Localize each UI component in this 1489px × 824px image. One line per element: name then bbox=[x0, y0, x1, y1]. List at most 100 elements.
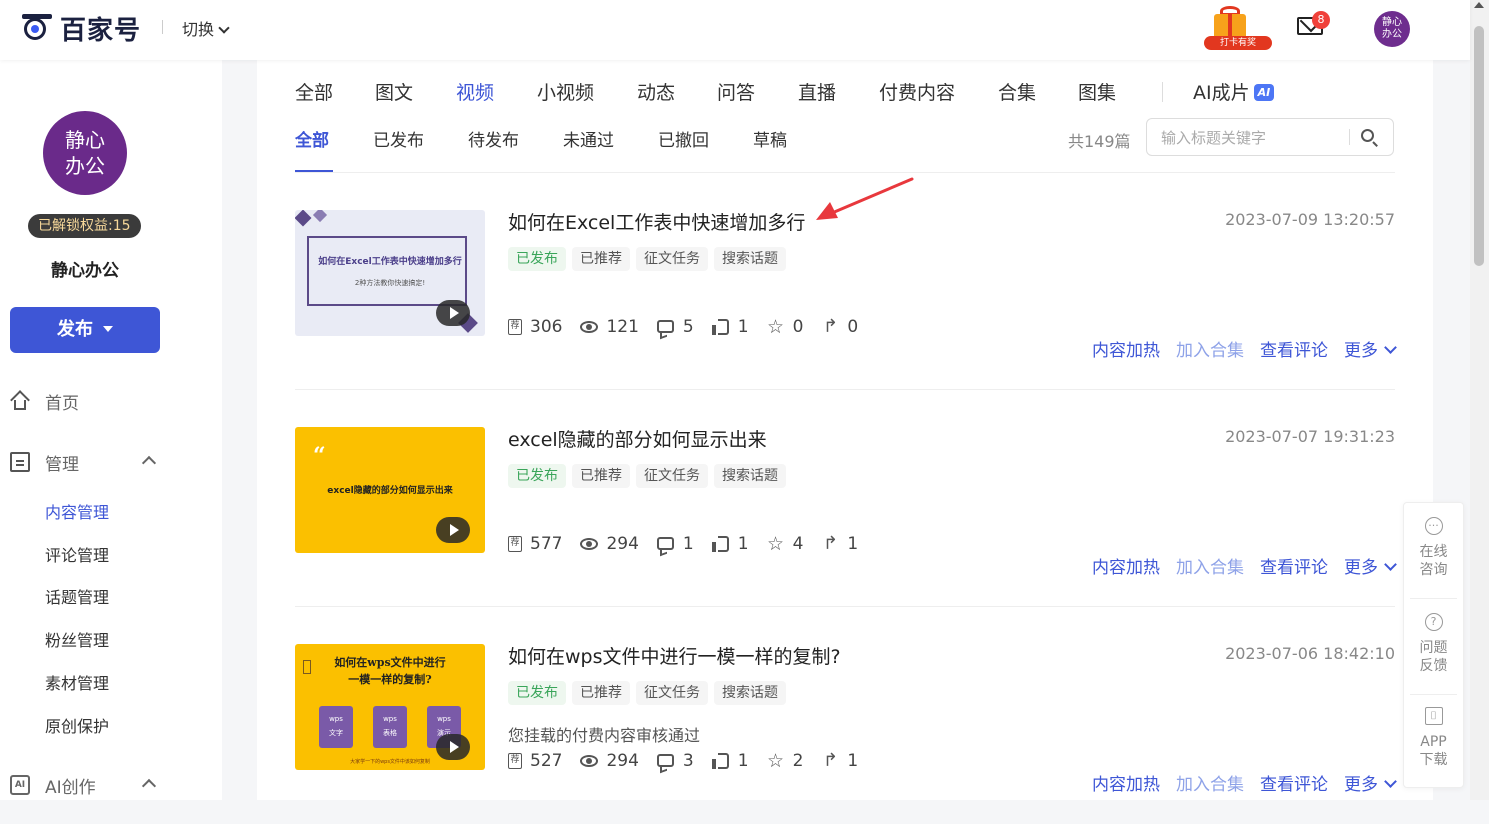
tab-live[interactable]: 直播 bbox=[798, 78, 836, 105]
sidebar-item-fans-management[interactable]: 粉丝管理 bbox=[45, 627, 109, 651]
more-button[interactable]: 更多 bbox=[1344, 553, 1397, 578]
search-input[interactable] bbox=[1159, 127, 1338, 149]
tab-all-types[interactable]: 全部 bbox=[295, 78, 333, 105]
recommend-icon: 荐 bbox=[508, 319, 522, 335]
stat-favorites: ☆ 2 bbox=[767, 751, 804, 771]
stat-value: 306 bbox=[530, 317, 563, 337]
stat-value: 1 bbox=[847, 751, 859, 771]
content-title[interactable]: excel隐藏的部分如何显示出来 bbox=[508, 425, 767, 452]
view-comments-button[interactable]: 查看评论 bbox=[1260, 336, 1328, 361]
eye-icon bbox=[580, 535, 599, 553]
content-boost-button[interactable]: 内容加热 bbox=[1092, 336, 1160, 361]
tab-status-all[interactable]: 全部 bbox=[295, 126, 329, 151]
baijiahao-logo[interactable]: 百家号 bbox=[22, 10, 141, 47]
stat-shares: ↱ 1 bbox=[821, 534, 858, 554]
more-button[interactable]: 更多 bbox=[1344, 770, 1397, 795]
tab-status-rejected[interactable]: 未通过 bbox=[563, 126, 614, 151]
header-avatar[interactable]: 静心办公 bbox=[1374, 11, 1410, 47]
search-box[interactable] bbox=[1146, 118, 1394, 156]
tab-ai-video[interactable]: AI成片 AI bbox=[1193, 78, 1275, 105]
scrollbar-thumb[interactable] bbox=[1474, 26, 1484, 266]
play-icon[interactable] bbox=[436, 517, 470, 543]
stat-value: 5 bbox=[682, 317, 694, 337]
add-to-collection-button[interactable]: 加入合集 bbox=[1176, 336, 1244, 361]
chat-icon: ··· bbox=[1424, 517, 1443, 535]
tab-article[interactable]: 图文 bbox=[375, 78, 413, 105]
sidebar-item-ai-create[interactable]: AI AI创作 bbox=[10, 770, 96, 800]
publish-button[interactable]: 发布 bbox=[10, 307, 160, 353]
tab-short-video[interactable]: 小视频 bbox=[537, 78, 594, 105]
scroll-up-arrow-icon[interactable] bbox=[1474, 2, 1484, 8]
content-title[interactable]: 如何在Excel工作表中快速增加多行 bbox=[508, 208, 805, 235]
stat-recommend: 荐 306 bbox=[508, 317, 562, 337]
tab-paid-content[interactable]: 付费内容 bbox=[879, 78, 955, 105]
tab-status-published[interactable]: 已发布 bbox=[373, 126, 424, 151]
sidebar-item-original-protection[interactable]: 原创保护 bbox=[45, 713, 109, 737]
content-row: 如何在wps文件中进行 一模一样的复制? wps 文字 wps 表格 wps 演示 大… bbox=[295, 607, 1397, 824]
chevron-down-icon bbox=[1384, 775, 1397, 788]
gift-checkin-button[interactable]: 打卡有奖 bbox=[1204, 6, 1272, 50]
tab-ai-video-label: AI成片 bbox=[1193, 82, 1250, 104]
sidebar-item-label: 管理 bbox=[45, 454, 79, 475]
chevron-up-icon[interactable] bbox=[141, 778, 157, 794]
play-icon[interactable] bbox=[436, 300, 470, 326]
sidebar-item-manage[interactable]: 管理 bbox=[10, 447, 79, 477]
tab-status-draft[interactable]: 草稿 bbox=[753, 126, 787, 151]
recommend-icon: 荐 bbox=[508, 536, 522, 552]
comment-icon bbox=[656, 752, 675, 770]
tab-dynamic[interactable]: 动态 bbox=[637, 78, 675, 105]
online-consult-button[interactable]: ··· 在线咨询 bbox=[1404, 503, 1463, 597]
thumbnail-title: 如何在wps文件中进行 一模一样的复制? bbox=[295, 654, 485, 688]
rights-badge[interactable]: 已解锁权益:15 bbox=[28, 214, 141, 238]
stat-value: 121 bbox=[606, 317, 639, 337]
view-comments-button[interactable]: 查看评论 bbox=[1260, 770, 1328, 795]
content-boost-button[interactable]: 内容加热 bbox=[1092, 553, 1160, 578]
tab-qa[interactable]: 问答 bbox=[717, 78, 755, 105]
stat-value: 1 bbox=[682, 534, 694, 554]
sidebar-item-comment-management[interactable]: 评论管理 bbox=[45, 542, 109, 566]
publish-date: 2023-07-09 13:20:57 bbox=[1225, 210, 1395, 229]
tab-collection[interactable]: 合集 bbox=[998, 78, 1036, 105]
video-thumbnail[interactable]: 如何在Excel工作表中快速增加多行 2种方法教你快速搞定! bbox=[295, 210, 485, 336]
tab-divider bbox=[1162, 82, 1163, 102]
video-thumbnail[interactable]: 如何在wps文件中进行 一模一样的复制? wps 文字 wps 表格 wps 演示 大… bbox=[295, 644, 485, 770]
add-to-collection-button[interactable]: 加入合集 bbox=[1176, 770, 1244, 795]
content-boost-button[interactable]: 内容加热 bbox=[1092, 770, 1160, 795]
user-avatar[interactable]: 静心办公 bbox=[43, 111, 127, 195]
eye-icon bbox=[580, 318, 599, 336]
tab-gallery[interactable]: 图集 bbox=[1078, 78, 1116, 105]
username: 静心办公 bbox=[51, 261, 119, 281]
floating-help-panel: ··· 在线咨询 ? 问题反馈 ⌷ APP下载 bbox=[1403, 502, 1464, 788]
sidebar-item-material-management[interactable]: 素材管理 bbox=[45, 670, 109, 694]
more-button[interactable]: 更多 bbox=[1344, 336, 1397, 361]
feedback-button[interactable]: ? 问题反馈 bbox=[1404, 599, 1463, 693]
user-avatar-text: 静心办公 bbox=[65, 128, 105, 178]
content-row: “ excel隐藏的部分如何显示出来 excel隐藏的部分如何显示出来 2023… bbox=[295, 390, 1397, 607]
video-thumbnail[interactable]: “ excel隐藏的部分如何显示出来 bbox=[295, 427, 485, 553]
top-bar: 百家号 切换 打卡有奖 8 静心办公 bbox=[0, 0, 1470, 60]
switch-label: 切换 bbox=[182, 20, 215, 39]
sidebar-item-content-management[interactable]: 内容管理 bbox=[45, 499, 109, 523]
chevron-up-icon[interactable] bbox=[141, 455, 157, 471]
caret-down-icon bbox=[103, 326, 113, 332]
switch-account-button[interactable]: 切换 bbox=[182, 16, 230, 40]
play-icon[interactable] bbox=[436, 734, 470, 760]
tab-status-withdrawn[interactable]: 已撤回 bbox=[658, 126, 709, 151]
recommend-icon: 荐 bbox=[508, 753, 522, 769]
helper-label: 问题反馈 bbox=[1419, 640, 1448, 674]
app-download-button[interactable]: ⌷ APP下载 bbox=[1404, 693, 1463, 787]
content-title[interactable]: 如何在wps文件中进行一模一样的复制? bbox=[508, 642, 841, 669]
paid-content-note: 您挂载的付费内容审核通过 bbox=[508, 726, 701, 745]
stats-bar: 荐 306 121 5 1 ☆ 0 ↱ 0 bbox=[508, 317, 876, 337]
article-count: 共149篇 bbox=[1068, 132, 1131, 151]
add-to-collection-button[interactable]: 加入合集 bbox=[1176, 553, 1244, 578]
sidebar: 静心办公 已解锁权益:15 静心办公 发布 首页 管理 内容管理 评论管理 话题… bbox=[0, 60, 222, 800]
sidebar-item-home[interactable]: 首页 bbox=[10, 386, 79, 416]
sidebar-item-topic-management[interactable]: 话题管理 bbox=[45, 584, 109, 608]
status-badge: 已发布 bbox=[508, 464, 566, 488]
tab-status-pending[interactable]: 待发布 bbox=[468, 126, 519, 151]
tab-video[interactable]: 视频 bbox=[456, 78, 494, 105]
search-icon[interactable] bbox=[1361, 129, 1379, 147]
stat-value: 2 bbox=[792, 751, 804, 771]
view-comments-button[interactable]: 查看评论 bbox=[1260, 553, 1328, 578]
